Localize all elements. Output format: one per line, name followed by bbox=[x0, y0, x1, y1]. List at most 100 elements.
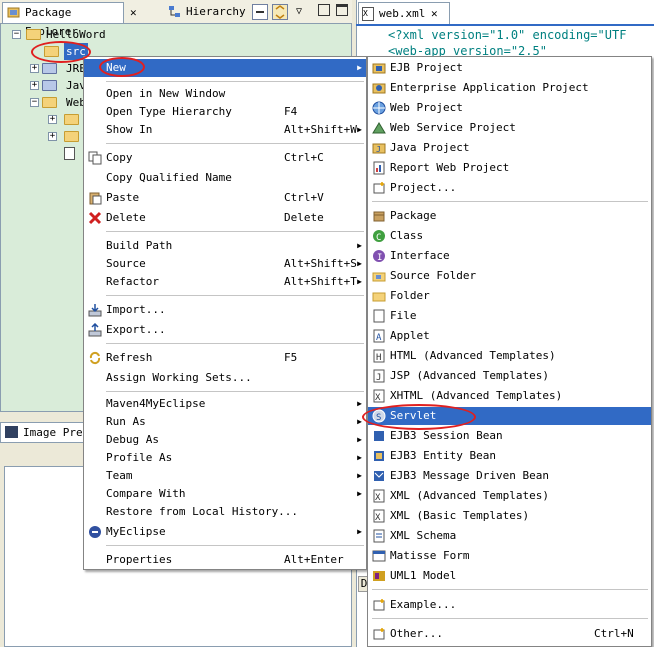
menu-separator bbox=[106, 343, 364, 344]
enterprise-project-icon bbox=[372, 81, 386, 95]
menu-item-team[interactable]: Team ▶ bbox=[84, 467, 366, 485]
paste-icon bbox=[88, 191, 102, 205]
menu-item-copy-qualified-name[interactable]: Copy Qualified Name bbox=[84, 169, 366, 187]
expand-icon[interactable]: + bbox=[30, 64, 39, 73]
link-with-editor-icon[interactable] bbox=[272, 4, 288, 20]
submenu-item-source-folder[interactable]: Source Folder bbox=[368, 267, 651, 285]
tab-web-xml[interactable]: X web.xml ✕ bbox=[358, 2, 450, 24]
menu-item-source[interactable]: Source Alt+Shift+S ▶ bbox=[84, 255, 366, 273]
submenu-item-enterprise-application-project[interactable]: Enterprise Application Project bbox=[368, 79, 651, 97]
submenu-item-jsp[interactable]: J JSP (Advanced Templates) bbox=[368, 367, 651, 385]
submenu-item-ejb-project[interactable]: EJB Project bbox=[368, 59, 651, 77]
expand-icon[interactable]: + bbox=[48, 115, 57, 124]
menu-item-run-as[interactable]: Run As ▶ bbox=[84, 413, 366, 431]
submenu-item-file[interactable]: File bbox=[368, 307, 651, 325]
tab-label: Image Prev bbox=[23, 426, 90, 439]
editor-tab-underline bbox=[356, 24, 654, 26]
submenu-item-interface[interactable]: I Interface bbox=[368, 247, 651, 265]
submenu-item-web-service-project[interactable]: Web Service Project bbox=[368, 119, 651, 137]
new-project-icon bbox=[372, 181, 386, 195]
svg-text:I: I bbox=[377, 253, 382, 263]
menu-item-delete[interactable]: Delete Delete bbox=[84, 209, 366, 227]
menu-item-copy[interactable]: Copy Ctrl+C bbox=[84, 149, 366, 167]
submenu-item-example[interactable]: Example... bbox=[368, 596, 651, 614]
maximize-icon[interactable] bbox=[336, 4, 348, 16]
collapse-icon[interactable]: − bbox=[12, 30, 21, 39]
expand-icon[interactable]: + bbox=[30, 81, 39, 90]
menu-separator bbox=[372, 618, 648, 619]
jsp-file-icon: J bbox=[372, 369, 386, 383]
report-project-icon bbox=[372, 161, 386, 175]
expand-icon[interactable]: + bbox=[48, 132, 57, 141]
submenu-item-matisse-form[interactable]: Matisse Form bbox=[368, 547, 651, 565]
submenu-arrow-icon: ▶ bbox=[357, 489, 362, 498]
menu-item-build-path[interactable]: Build Path ▶ bbox=[84, 237, 366, 255]
svg-text:X: X bbox=[375, 393, 381, 403]
menu-item-paste[interactable]: Paste Ctrl+V bbox=[84, 189, 366, 207]
menu-item-assign-working-sets[interactable]: Assign Working Sets... bbox=[84, 369, 366, 387]
html-file-icon: H bbox=[372, 349, 386, 363]
menu-item-refactor[interactable]: Refactor Alt+Shift+T ▶ bbox=[84, 273, 366, 291]
menu-item-maven4myeclipse[interactable]: Maven4MyEclipse ▶ bbox=[84, 395, 366, 413]
menu-item-refresh[interactable]: Refresh F5 bbox=[84, 349, 366, 367]
menu-separator bbox=[106, 143, 364, 144]
menu-item-compare-with[interactable]: Compare With ▶ bbox=[84, 485, 366, 503]
menu-item-restore-from-local-history[interactable]: Restore from Local History... bbox=[84, 503, 366, 521]
collapse-icon[interactable]: − bbox=[30, 98, 39, 107]
new-submenu: EJB Project Enterprise Application Proje… bbox=[367, 56, 652, 647]
submenu-item-class[interactable]: C Class bbox=[368, 227, 651, 245]
menu-item-show-in[interactable]: Show In Alt+Shift+W ▶ bbox=[84, 121, 366, 139]
tab-package-explorer[interactable]: Package Explorer bbox=[2, 2, 124, 38]
menu-item-export[interactable]: Export... bbox=[84, 321, 366, 339]
submenu-item-html[interactable]: H HTML (Advanced Templates) bbox=[368, 347, 651, 365]
submenu-item-java-project[interactable]: J Java Project bbox=[368, 139, 651, 157]
menu-item-properties[interactable]: Properties Alt+Enter bbox=[84, 551, 366, 569]
tab-label: web.xml bbox=[379, 7, 426, 20]
view-menu-icon[interactable]: ▽ bbox=[296, 6, 302, 17]
tab-hierarchy[interactable]: Hierarchy bbox=[164, 2, 246, 23]
minimize-icon[interactable] bbox=[318, 4, 330, 16]
submenu-item-xml-schema[interactable]: XML Schema bbox=[368, 527, 651, 545]
import-icon bbox=[88, 303, 102, 317]
close-icon[interactable]: ✕ bbox=[130, 6, 137, 19]
submenu-item-uml1-model[interactable]: UML1 Model bbox=[368, 567, 651, 585]
submenu-arrow-icon: ▶ bbox=[357, 259, 362, 268]
menu-item-open-type-hierarchy[interactable]: Open Type Hierarchy F4 bbox=[84, 103, 366, 121]
menu-separator bbox=[106, 231, 364, 232]
collapse-all-icon[interactable] bbox=[252, 4, 268, 20]
submenu-item-package[interactable]: Package bbox=[368, 207, 651, 225]
menu-separator bbox=[106, 295, 364, 296]
menu-separator bbox=[372, 201, 648, 202]
xml-schema-icon bbox=[372, 529, 386, 543]
image-preview-icon bbox=[5, 426, 18, 438]
submenu-item-ejb3-entity-bean[interactable]: EJB3 Entity Bean bbox=[368, 447, 651, 465]
file-icon bbox=[372, 309, 386, 323]
svg-text:J: J bbox=[376, 145, 381, 154]
submenu-item-xml-basic[interactable]: X XML (Basic Templates) bbox=[368, 507, 651, 525]
myeclipse-icon bbox=[88, 525, 102, 539]
annotation-circle-src bbox=[31, 41, 91, 63]
menu-item-import[interactable]: Import... bbox=[84, 301, 366, 319]
submenu-item-web-project[interactable]: Web Project bbox=[368, 99, 651, 117]
submenu-item-xml-advanced[interactable]: X XML (Advanced Templates) bbox=[368, 487, 651, 505]
svg-text:A: A bbox=[376, 333, 382, 343]
close-icon[interactable]: ✕ bbox=[431, 7, 438, 20]
submenu-item-xhtml[interactable]: X XHTML (Advanced Templates) bbox=[368, 387, 651, 405]
submenu-item-project[interactable]: Project... bbox=[368, 179, 651, 197]
menu-item-profile-as[interactable]: Profile As ▶ bbox=[84, 449, 366, 467]
interface-icon: I bbox=[372, 249, 386, 263]
menu-item-open-in-new-window[interactable]: Open in New Window bbox=[84, 85, 366, 103]
folder-icon bbox=[64, 128, 82, 145]
submenu-item-folder[interactable]: Folder bbox=[368, 287, 651, 305]
svg-text:C: C bbox=[376, 233, 381, 243]
refresh-icon bbox=[88, 351, 102, 365]
submenu-item-other[interactable]: Other... Ctrl+N bbox=[368, 625, 651, 643]
menu-separator bbox=[372, 589, 648, 590]
submenu-item-report-web-project[interactable]: Report Web Project bbox=[368, 159, 651, 177]
submenu-item-ejb3-message-driven-bean[interactable]: EJB3 Message Driven Bean bbox=[368, 467, 651, 485]
menu-item-debug-as[interactable]: Debug As ▶ bbox=[84, 431, 366, 449]
submenu-arrow-icon: ▶ bbox=[357, 125, 362, 134]
menu-item-myeclipse[interactable]: MyEclipse ▶ bbox=[84, 523, 366, 541]
submenu-item-applet[interactable]: A Applet bbox=[368, 327, 651, 345]
java-project-icon: J bbox=[372, 141, 386, 155]
